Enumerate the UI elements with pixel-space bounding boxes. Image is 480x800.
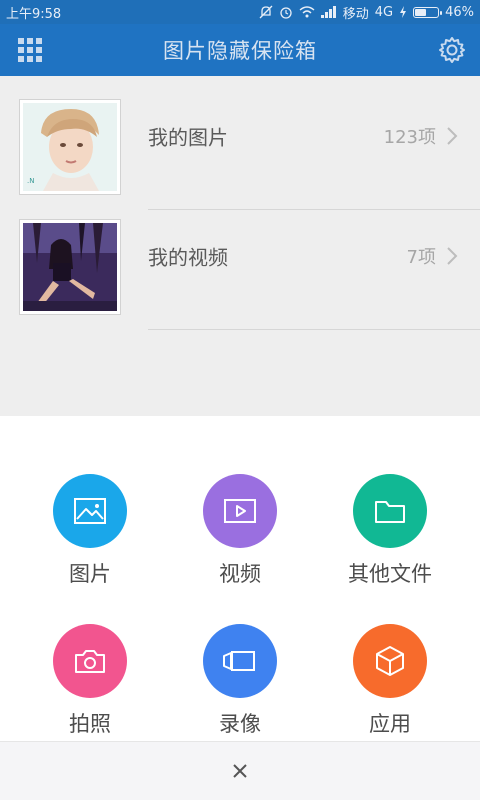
action-label: 应用 xyxy=(369,712,411,736)
action-label: 录像 xyxy=(219,712,261,736)
action-label: 视频 xyxy=(219,562,261,586)
status-time: 上午9:58 xyxy=(6,6,62,22)
action-label: 其他文件 xyxy=(348,562,432,586)
action-label: 图片 xyxy=(69,562,111,586)
action-video[interactable]: 视频 xyxy=(160,474,320,594)
grid-menu-icon[interactable] xyxy=(16,36,44,64)
silent-icon xyxy=(259,5,273,19)
svg-text:.N: .N xyxy=(27,177,34,185)
add-action-sheet: 图片 视频 其他文件 拍照 录像 应用 xyxy=(0,416,480,800)
video-thumbnail xyxy=(20,220,120,314)
photo-thumbnail: .N xyxy=(20,100,120,194)
battery-level xyxy=(415,8,427,16)
action-other-files[interactable]: 其他文件 xyxy=(310,474,470,594)
action-apps[interactable]: 应用 xyxy=(310,624,470,744)
battery-icon xyxy=(413,6,443,18)
signal-icon xyxy=(320,6,337,18)
camera-icon xyxy=(53,624,127,698)
video-camera-icon xyxy=(203,624,277,698)
close-icon xyxy=(233,764,247,778)
status-icons: 移动 4G 46% xyxy=(259,3,474,22)
list-item-count: 7项 xyxy=(406,247,436,268)
alarm-icon xyxy=(279,5,293,19)
list-item-count: 123项 xyxy=(383,127,436,148)
chevron-right-icon xyxy=(447,127,458,145)
battery-percent: 46% xyxy=(445,4,474,20)
list-divider xyxy=(148,329,480,330)
video-icon xyxy=(203,474,277,548)
list-item-label: 我的视频 xyxy=(148,245,228,270)
chevron-right-icon xyxy=(447,247,458,265)
cube-icon xyxy=(353,624,427,698)
vault-list: .N 我的图片 123项 我的视频 7项 xyxy=(0,76,480,416)
status-bar: 上午9:58 移动 4G 46% xyxy=(0,0,480,24)
wifi-icon xyxy=(299,6,315,18)
image-icon xyxy=(53,474,127,548)
close-button[interactable] xyxy=(0,741,480,800)
gear-icon[interactable] xyxy=(436,34,468,66)
network-label: 4G xyxy=(374,4,394,20)
action-record-video[interactable]: 录像 xyxy=(160,624,320,744)
list-item-videos[interactable]: 我的视频 7项 xyxy=(0,196,480,316)
action-label: 拍照 xyxy=(69,712,111,736)
charging-icon xyxy=(399,6,407,18)
action-take-photo[interactable]: 拍照 xyxy=(10,624,170,744)
folder-icon xyxy=(353,474,427,548)
carrier-label: 移动 xyxy=(342,6,369,22)
list-item-label: 我的图片 xyxy=(148,125,228,150)
list-item-photos[interactable]: .N 我的图片 123项 xyxy=(0,76,480,196)
page-title: 图片隐藏保险箱 xyxy=(163,39,317,63)
app-bar: 图片隐藏保险箱 xyxy=(0,24,480,76)
action-image[interactable]: 图片 xyxy=(10,474,170,594)
